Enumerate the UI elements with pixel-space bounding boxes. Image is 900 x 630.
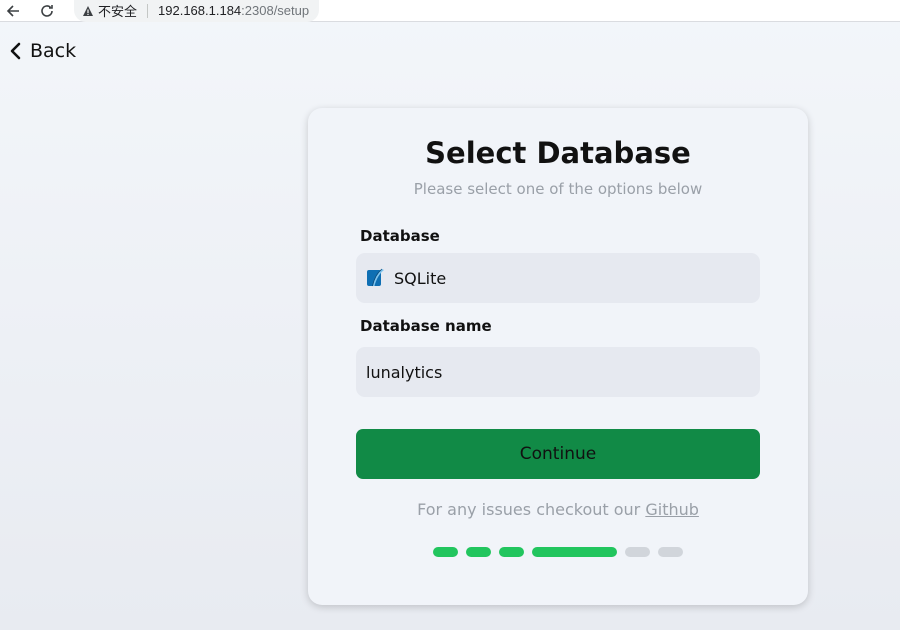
address-bar[interactable]: 不安全 192.168.1.184:2308/setup <box>74 0 320 22</box>
progress-step-1 <box>433 547 458 557</box>
url-path: :2308/setup <box>241 3 310 18</box>
github-link[interactable]: Github <box>645 500 699 519</box>
database-name-label: Database name <box>360 317 492 335</box>
database-select-value: SQLite <box>394 268 447 288</box>
progress-step-6 <box>658 547 683 557</box>
continue-button[interactable]: Continue <box>356 429 760 479</box>
setup-card: Select Database Please select one of the… <box>308 108 808 605</box>
browser-reload-icon[interactable] <box>36 0 58 22</box>
progress-step-4 <box>532 547 617 557</box>
page-title: Select Database <box>425 136 691 170</box>
database-name-value: lunalytics <box>366 362 443 382</box>
progress-step-5 <box>625 547 650 557</box>
progress-step-2 <box>466 547 491 557</box>
back-label: Back <box>30 40 77 62</box>
omnibox-divider <box>147 3 149 18</box>
progress-steps <box>433 547 691 557</box>
footer-note: For any issues checkout our Github <box>308 500 808 519</box>
page-subtitle: Please select one of the options below <box>413 180 703 198</box>
back-button[interactable]: Back <box>10 40 76 62</box>
footer-text: For any issues checkout our <box>417 500 646 519</box>
database-name-input[interactable]: lunalytics <box>356 347 760 397</box>
chevron-left-icon <box>10 42 21 60</box>
database-label: Database <box>360 227 440 245</box>
database-select[interactable]: SQLite <box>356 253 760 303</box>
security-label: 不安全 <box>98 4 138 19</box>
browser-toolbar: 不安全 192.168.1.184:2308/setup <box>0 0 900 22</box>
url-host: 192.168.1.184 <box>158 3 242 18</box>
warning-icon <box>83 5 93 16</box>
browser-back-icon[interactable] <box>2 0 24 22</box>
security-warning[interactable]: 不安全 <box>82 1 137 20</box>
progress-step-3 <box>499 547 524 557</box>
sqlite-icon <box>366 268 386 288</box>
